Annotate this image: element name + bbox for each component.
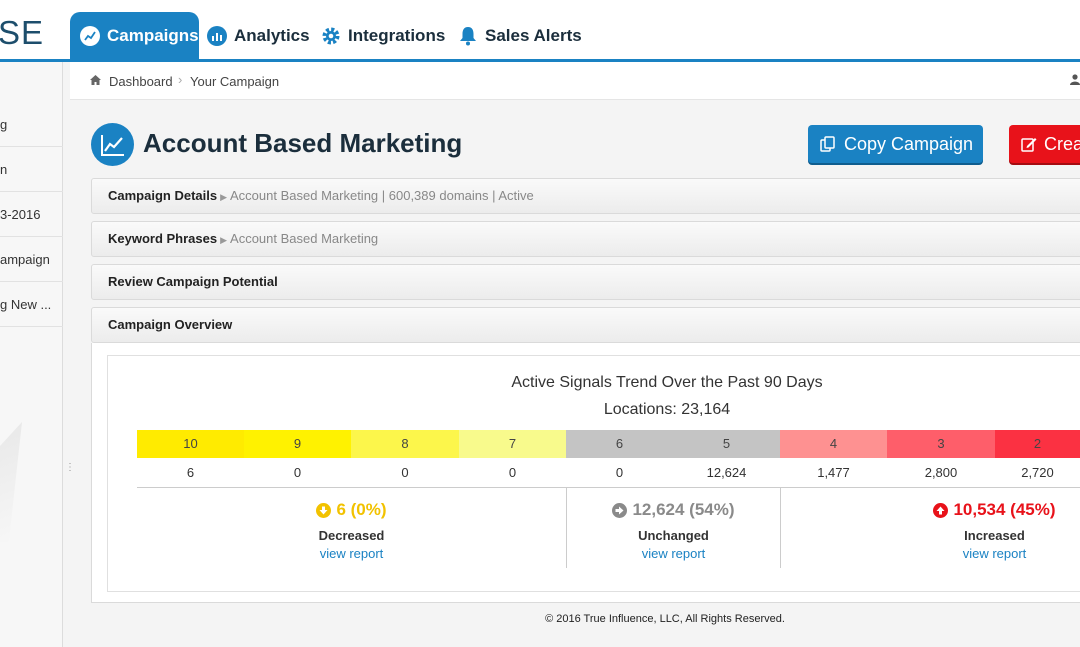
breadcrumb-dashboard[interactable]: Dashboard (109, 74, 173, 89)
edit-icon (1021, 136, 1037, 152)
signal-level-count: 2,720 (1021, 465, 1054, 480)
signal-level-count: 0 (508, 465, 517, 480)
unchanged-stat: 12,624 (54%) Unchanged view report (567, 500, 780, 561)
sidebar-item[interactable]: g (0, 102, 63, 147)
panel-label: Campaign Details (108, 188, 218, 203)
decreased-value: 6 (0%) (137, 500, 566, 520)
caret-right-icon: ▶ (220, 235, 228, 245)
unchanged-label: Unchanged (638, 528, 709, 543)
panel-value: Account Based Marketing | 600,389 domain… (230, 188, 534, 203)
create-campaign-button[interactable]: Crea (1009, 125, 1080, 163)
sidebar-item[interactable]: 3-2016 (0, 192, 63, 237)
breadcrumb-separator-icon: › (178, 72, 183, 87)
increased-label: Increased (964, 528, 1025, 543)
tab-analytics-label: Analytics (234, 26, 310, 45)
copy-icon (820, 136, 836, 152)
top-nav-bar: SE Campaigns Analytics Integrations Sale… (0, 0, 1080, 62)
signal-level-count: 6 (186, 465, 195, 480)
arrow-up-circle-icon (933, 502, 949, 518)
chart-subtitle: Locations: 23,164 (603, 401, 731, 418)
signal-level-bar: 8 (351, 430, 459, 458)
decorative-shape (0, 422, 22, 542)
campaign-overview-panel[interactable]: Campaign Overview (91, 307, 1080, 343)
signal-level-bar: 4 (780, 430, 887, 458)
arrow-right-circle-icon (612, 502, 628, 518)
chart-line-icon (80, 26, 100, 46)
sidebar-resize-handle[interactable]: ⋮ (65, 462, 75, 473)
decreased-label: Decreased (318, 528, 385, 543)
breadcrumb-current: Your Campaign (190, 74, 280, 89)
signal-level-bar: 9 (244, 430, 351, 458)
bar-chart-icon (207, 26, 227, 46)
caret-right-icon: ▶ (220, 192, 228, 202)
copy-campaign-label: Copy Campaign (844, 133, 974, 154)
signal-level-count: 12,624 (706, 465, 747, 480)
tab-integrations-label: Integrations (348, 26, 446, 45)
increased-view-report-link[interactable]: view report (781, 546, 1080, 561)
unchanged-view-report-link[interactable]: view report (567, 546, 780, 561)
signal-level-bar: 5 (673, 430, 780, 458)
signal-level-count: 2,800 (924, 465, 958, 480)
panel-value: Account Based Marketing (230, 231, 379, 246)
review-campaign-potential-panel[interactable]: Review Campaign Potential (91, 264, 1080, 300)
chart-title: Active Signals Trend Over the Past 90 Da… (511, 374, 823, 391)
tab-analytics[interactable]: Analytics (207, 12, 310, 60)
logo[interactable]: SE (0, 14, 44, 52)
keyword-phrases-panel[interactable]: Keyword Phrases ▶ Account Based Marketing (91, 221, 1080, 257)
campaign-details-panel[interactable]: Campaign Details ▶ Account Based Marketing… (91, 178, 1080, 214)
tab-sales-alerts[interactable]: Sales Alerts (458, 12, 582, 60)
footer-copyright: © 2016 True Influence, LLC, All Rights R… (545, 613, 785, 625)
breadcrumb: Dashboard › Your Campaign (70, 62, 1080, 100)
increased-value: 10,534 (45%) (781, 500, 1080, 520)
divider (137, 487, 1080, 488)
unchanged-value: 12,624 (54%) (567, 500, 780, 520)
signal-level-count: 0 (401, 465, 409, 480)
tab-campaigns-label: Campaigns (107, 26, 199, 45)
copy-campaign-button[interactable]: Copy Campaign (808, 125, 983, 163)
sidebar: g n 3-2016 ampaign g New ... (0, 62, 63, 647)
signal-level-bar: 2 (995, 430, 1080, 458)
bell-icon (458, 26, 478, 46)
increased-value-text: 10,534 (45%) (953, 500, 1056, 519)
gear-icon (321, 26, 341, 46)
signal-level-bar: 10 (137, 430, 244, 458)
decreased-value-text: 6 (0%) (336, 500, 387, 519)
arrow-down-circle-icon (316, 502, 332, 518)
sidebar-item[interactable]: ampaign (0, 237, 63, 282)
signal-level-count: 0 (293, 465, 302, 480)
tab-integrations[interactable]: Integrations (321, 12, 445, 60)
signal-level-count: 1,477 (817, 465, 850, 480)
sidebar-item[interactable]: n (0, 147, 63, 192)
campaign-chart-icon (91, 123, 134, 166)
create-campaign-label: Crea (1044, 133, 1080, 154)
panel-label: Campaign Overview (108, 317, 233, 332)
signal-level-count: 0 (615, 465, 624, 480)
panel-label: Review Campaign Potential (108, 274, 278, 289)
tab-campaigns[interactable]: Campaigns (70, 12, 199, 60)
signal-level-bar: 7 (459, 430, 566, 458)
decreased-view-report-link[interactable]: view report (137, 546, 566, 561)
signal-level-bar: 3 (887, 430, 995, 458)
decreased-stat: 6 (0%) Decreased view report (137, 500, 566, 561)
page-title: Account Based Marketing (143, 128, 463, 158)
home-icon (90, 74, 101, 88)
sidebar-item[interactable]: g New ... (0, 282, 63, 327)
tab-sales-alerts-label: Sales Alerts (485, 26, 582, 45)
increased-stat: 10,534 (45%) Increased view report (781, 500, 1080, 561)
signal-level-bar: 6 (566, 430, 673, 458)
user-icon[interactable] (1070, 74, 1080, 88)
panel-label: Keyword Phrases (108, 231, 218, 246)
unchanged-value-text: 12,624 (54%) (632, 500, 735, 519)
